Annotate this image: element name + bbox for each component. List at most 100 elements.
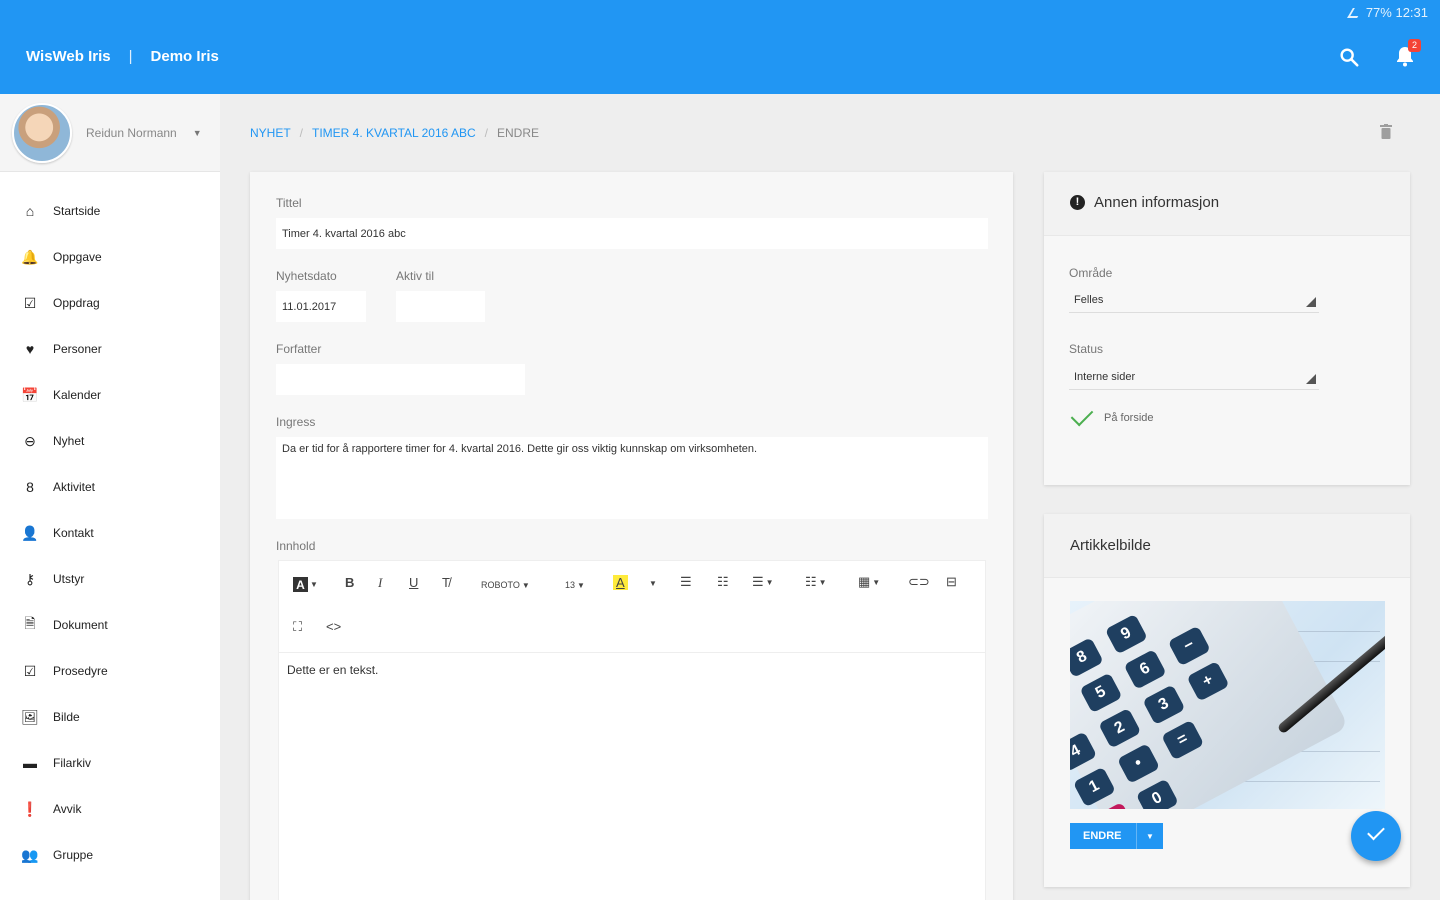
date-label: Nyhetsdato	[276, 269, 337, 283]
date-input[interactable]: 11.01.2017	[276, 291, 366, 322]
sidebar-item-nyhet[interactable]: ⊖ Nyhet	[0, 418, 220, 464]
active-until-label: Aktiv til	[396, 269, 435, 283]
news-icon: ⊖	[24, 432, 36, 449]
code-view-icon[interactable]: <>	[326, 619, 341, 634]
active-until-input[interactable]	[396, 291, 485, 322]
sidebar-item-oppdrag[interactable]: ☑ Oppdrag	[0, 280, 220, 326]
status-select[interactable]: Interne sider	[1069, 364, 1319, 390]
checkbox-icon: ☑	[23, 294, 37, 311]
style-button[interactable]: A ▼	[293, 577, 318, 592]
sidebar-item-label: Prosedyre	[53, 664, 108, 678]
breadcrumb-separator: /	[299, 126, 304, 140]
card-title: Annen informasjon	[1094, 194, 1220, 211]
dropdown-arrow-icon	[1306, 374, 1316, 384]
sidebar-item-utstyr[interactable]: ⚷ Utstyr	[0, 556, 220, 602]
sidebar-item-label: Oppdrag	[53, 296, 100, 310]
fullscreen-icon[interactable]: ⛶	[293, 619, 302, 635]
sidebar-item-dokument[interactable]: 🗎 Dokument	[0, 602, 220, 648]
trash-icon[interactable]	[1380, 124, 1392, 139]
table-icon[interactable]: ▦ ▼	[858, 574, 880, 590]
svg-text:A: A	[296, 578, 305, 592]
unordered-list-icon[interactable]: ☰	[680, 574, 692, 590]
author-input[interactable]	[276, 364, 525, 395]
sidebar-item-label: Avvik	[53, 802, 82, 816]
title-label: Tittel	[276, 196, 302, 210]
sidebar-item-label: Aktivitet	[53, 480, 96, 494]
underline-button[interactable]: U	[409, 575, 418, 590]
bell-icon: 🔔	[21, 248, 39, 265]
sidebar-item-prosedyre[interactable]: ☑ Prosedyre	[0, 648, 220, 694]
color-dropdown[interactable]: ▼	[649, 579, 657, 588]
folder-icon: ▬	[23, 755, 37, 771]
sidebar-item-kalender[interactable]: 📅 Kalender	[0, 372, 220, 418]
key-icon: ⚷	[24, 570, 36, 587]
ingress-textarea[interactable]: Da er tid for å rapportere timer for 4. …	[276, 437, 988, 519]
font-family-select[interactable]: ROBOTO ▼	[481, 580, 530, 590]
editor-content[interactable]: Dette er en tekst.	[287, 663, 378, 677]
clear-format-icon[interactable]: T̸	[442, 575, 450, 590]
sidebar-nav: ⌂ Startside 🔔 Oppgave ☑ Oppdrag ♥ Personer 📅…	[0, 172, 220, 878]
italic-button[interactable]: I	[378, 575, 382, 591]
link-icon[interactable]: ⊂⊃	[908, 574, 930, 590]
sidebar-item-aktivitet[interactable]: 8 Aktivitet	[0, 464, 220, 510]
card-header: ! Annen informasjon	[1044, 172, 1410, 236]
heart-icon: ♥	[25, 341, 35, 357]
line-height-icon[interactable]: ☷ ▼	[805, 574, 827, 590]
highlight-color-button[interactable]: A	[613, 575, 628, 590]
sidebar-item-label: Kontakt	[53, 526, 94, 540]
edit-image-button[interactable]: ENDRE ▼	[1070, 823, 1163, 849]
sidebar-item-label: Personer	[53, 342, 102, 356]
sidebar-item-kontakt[interactable]: 👤 Kontakt	[0, 510, 220, 556]
font-name: ROBOTO	[481, 580, 520, 590]
font-size-select[interactable]: 13 ▼	[565, 580, 585, 590]
title-input[interactable]: Timer 4. kvartal 2016 abc	[276, 218, 988, 249]
sidebar: Reidun Normann ▼ ⌂ Startside 🔔 Oppgave ☑ Op…	[0, 94, 220, 900]
sidebar-item-personer[interactable]: ♥ Personer	[0, 326, 220, 372]
breadcrumb-current: ENDRE	[496, 126, 539, 140]
area-value: Felles	[1074, 293, 1104, 306]
sidebar-item-startside[interactable]: ⌂ Startside	[0, 188, 220, 234]
frontpage-checkbox[interactable]: På forside	[1070, 403, 1154, 427]
chevron-down-icon[interactable]: ▼	[1136, 823, 1163, 849]
search-icon[interactable]	[1338, 46, 1360, 68]
breadcrumb-link-nyhet[interactable]: NYHET	[250, 126, 291, 140]
chevron-down-icon[interactable]: ▼	[193, 128, 202, 138]
notifications-button[interactable]: 2	[1393, 39, 1421, 68]
sidebar-item-avvik[interactable]: ❗ Avvik	[0, 786, 220, 832]
person-icon: 👤	[21, 524, 39, 541]
system-status-bar: 77% 12:31	[1346, 5, 1428, 20]
procedure-icon: ☑	[23, 662, 37, 679]
status-value: Interne sider	[1074, 370, 1136, 383]
status-label: Status	[1069, 342, 1104, 356]
sidebar-item-gruppe[interactable]: 👥 Gruppe	[0, 832, 220, 878]
article-image[interactable]: 8 9 5 6 − 4 2 3 + 1 • = AC 0	[1070, 601, 1385, 809]
sidebar-item-label: Filarkiv	[53, 756, 91, 770]
area-label: Område	[1069, 266, 1113, 280]
notification-badge: 2	[1408, 39, 1421, 52]
paragraph-align-icon[interactable]: ☰ ▼	[752, 574, 774, 590]
sidebar-item-label: Gruppe	[53, 848, 94, 862]
horizontal-rule-icon[interactable]: ⊟	[946, 574, 957, 590]
sidebar-item-bilde[interactable]: 🖼 Bilde	[0, 694, 220, 740]
sidebar-item-label: Nyhet	[53, 434, 85, 448]
area-select[interactable]: Felles	[1069, 287, 1319, 313]
info-icon: !	[1070, 195, 1085, 210]
app-name: WisWeb Iris	[26, 48, 111, 65]
breadcrumb-separator: /	[484, 126, 488, 140]
rich-text-editor: A ▼ B I U T̸ ROBOTO ▼ 13 ▼ A ▼ ☰ ☷ ☰ ▼ ☷ ▼ ▦ ▼…	[278, 560, 986, 900]
sidebar-item-oppgave[interactable]: 🔔 Oppgave	[0, 234, 220, 280]
user-profile[interactable]: Reidun Normann ▼	[0, 94, 220, 172]
sidebar-item-filarkiv[interactable]: ▬ Filarkiv	[0, 740, 220, 786]
document-icon: 🗎	[24, 615, 36, 631]
ingress-label: Ingress	[276, 415, 316, 429]
sidebar-item-label: Oppgave	[53, 250, 102, 264]
card-title: Artikkelbilde	[1070, 537, 1151, 554]
editor-toolbar: A ▼ B I U T̸ ROBOTO ▼ 13 ▼ A ▼ ☰ ☷ ☰ ▼ ☷ ▼ ▦ ▼…	[279, 561, 985, 653]
breadcrumb-link-article[interactable]: TIMER 4. KVARTAL 2016 ABC	[312, 126, 476, 140]
save-fab-button[interactable]	[1351, 811, 1401, 861]
bold-button[interactable]: B	[345, 575, 354, 590]
dropdown-arrow-icon	[1306, 297, 1316, 307]
calendar-icon: 📅	[21, 386, 39, 403]
status-text: 77% 12:31	[1365, 5, 1428, 20]
ordered-list-icon[interactable]: ☷	[717, 574, 729, 590]
